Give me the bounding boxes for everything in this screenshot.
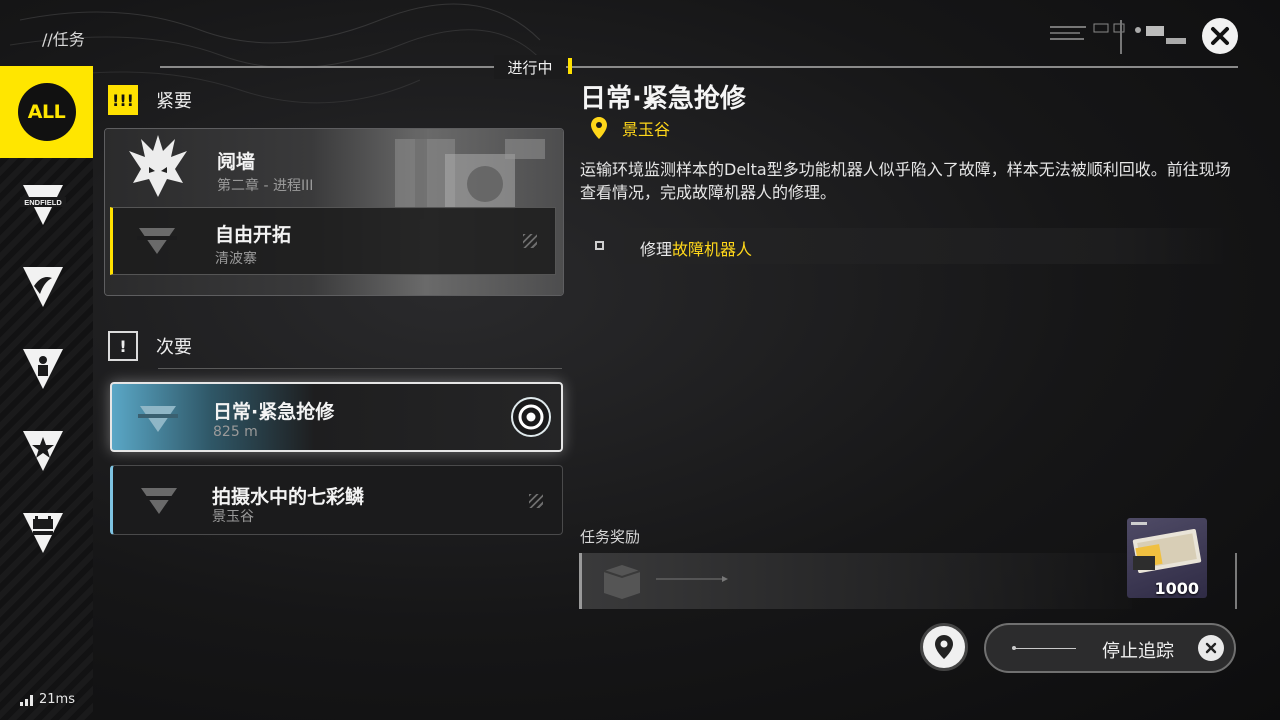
quest-subtitle: 第二章 - 进程III (217, 178, 314, 194)
hatch-mark (523, 234, 537, 248)
hatch-mark (529, 494, 543, 508)
event-icon[interactable] (20, 510, 66, 556)
reward-quantity: 1000 (1154, 579, 1199, 598)
reward-item-card[interactable]: 1000 (1127, 518, 1207, 598)
close-button[interactable] (1202, 18, 1238, 54)
category-all-label: ALL (17, 83, 76, 141)
quest-distance: 825 m (213, 424, 258, 440)
decor-line (1012, 646, 1076, 650)
signal-icon (20, 694, 33, 706)
objective-checkbox (595, 241, 604, 250)
quest-title: 自由开拓 (215, 224, 292, 246)
quest-type-icon (137, 228, 177, 254)
quest-title: 拍摄水中的七彩鳞 (212, 486, 365, 508)
tab-in-progress[interactable]: 进行中 (494, 55, 572, 79)
map-pin-icon (935, 635, 953, 659)
close-circle-icon (1198, 635, 1224, 661)
quest-type-icon (139, 488, 179, 514)
tab-in-progress-label: 进行中 (507, 58, 553, 77)
reward-crate-icon (603, 565, 728, 599)
category-all-button[interactable]: ALL (0, 66, 93, 158)
quest-subtitle: 清波寨 (215, 251, 257, 267)
location-label: 景玉谷 (622, 120, 671, 139)
quest-objective: 修理故障机器人 (580, 228, 1232, 264)
quest-item-urgent-1[interactable]: 阋墙 第二章 - 进程III (105, 129, 563, 207)
urgent-icon: !!! (108, 85, 138, 115)
objective-prefix: 修理 (640, 240, 673, 259)
quest-item-secondary-1[interactable]: 日常·紧急抢修 825 m (110, 382, 563, 452)
map-button[interactable] (920, 623, 968, 671)
quest-title: 日常·紧急抢修 (213, 401, 335, 423)
reward-label: 任务奖励 (580, 528, 641, 546)
reward-divider (1235, 553, 1237, 609)
objective-text: 修理故障机器人 (640, 236, 752, 260)
quest-type-icon (138, 406, 178, 432)
tab-active-marker (568, 58, 572, 74)
section-urgent-label: 紧要 (156, 91, 192, 112)
location-pin-icon (591, 117, 607, 139)
close-icon (1211, 27, 1229, 45)
secondary-icon: ! (108, 331, 138, 361)
stop-tracking-label: 停止追踪 (1102, 641, 1174, 662)
star-icon[interactable] (20, 428, 66, 474)
character-icon[interactable] (20, 346, 66, 392)
quest-description: 运输环境监测样本的Delta型多功能机器人似乎陷入了故障，样本无法被顺利回收。前… (580, 160, 1231, 202)
network-status: 21ms (20, 692, 75, 707)
quest-subtitle: 景玉谷 (212, 509, 254, 525)
quest-title: 阋墙 (217, 151, 256, 173)
breadcrumb: //任务 (42, 30, 85, 49)
quest-detail-title: 日常·紧急抢修 (580, 84, 746, 114)
explore-icon[interactable] (20, 264, 66, 310)
objective-target: 故障机器人 (672, 240, 753, 259)
urgent-quest-list: 阋墙 第二章 - 进程III 自由开拓 清波寨 (104, 128, 564, 296)
stop-tracking-button[interactable]: 停止追踪 (984, 623, 1236, 673)
faction-emblem-icon (129, 135, 187, 197)
quest-item-urgent-2[interactable]: 自由开拓 清波寨 (110, 207, 556, 275)
reward-strip (579, 553, 1132, 609)
section-secondary-header: ! 次要 (108, 331, 192, 361)
endfield-icon[interactable]: ENDFIELD (20, 182, 66, 228)
section-divider (158, 368, 562, 369)
section-secondary-label: 次要 (156, 337, 192, 358)
endfield-caption: ENDFIELD (24, 198, 62, 207)
quest-location: 景玉谷 (590, 116, 670, 140)
quest-item-secondary-2[interactable]: 拍摄水中的七彩鳞 景玉谷 (110, 465, 563, 535)
ping-value: 21ms (39, 692, 75, 707)
hud-decoration (1050, 20, 1186, 54)
section-urgent-header: !!! 紧要 (108, 85, 192, 115)
tracking-target-icon[interactable] (510, 396, 552, 438)
header-divider (160, 66, 1238, 68)
category-sidebar: ALL ENDFIELD (0, 66, 93, 720)
